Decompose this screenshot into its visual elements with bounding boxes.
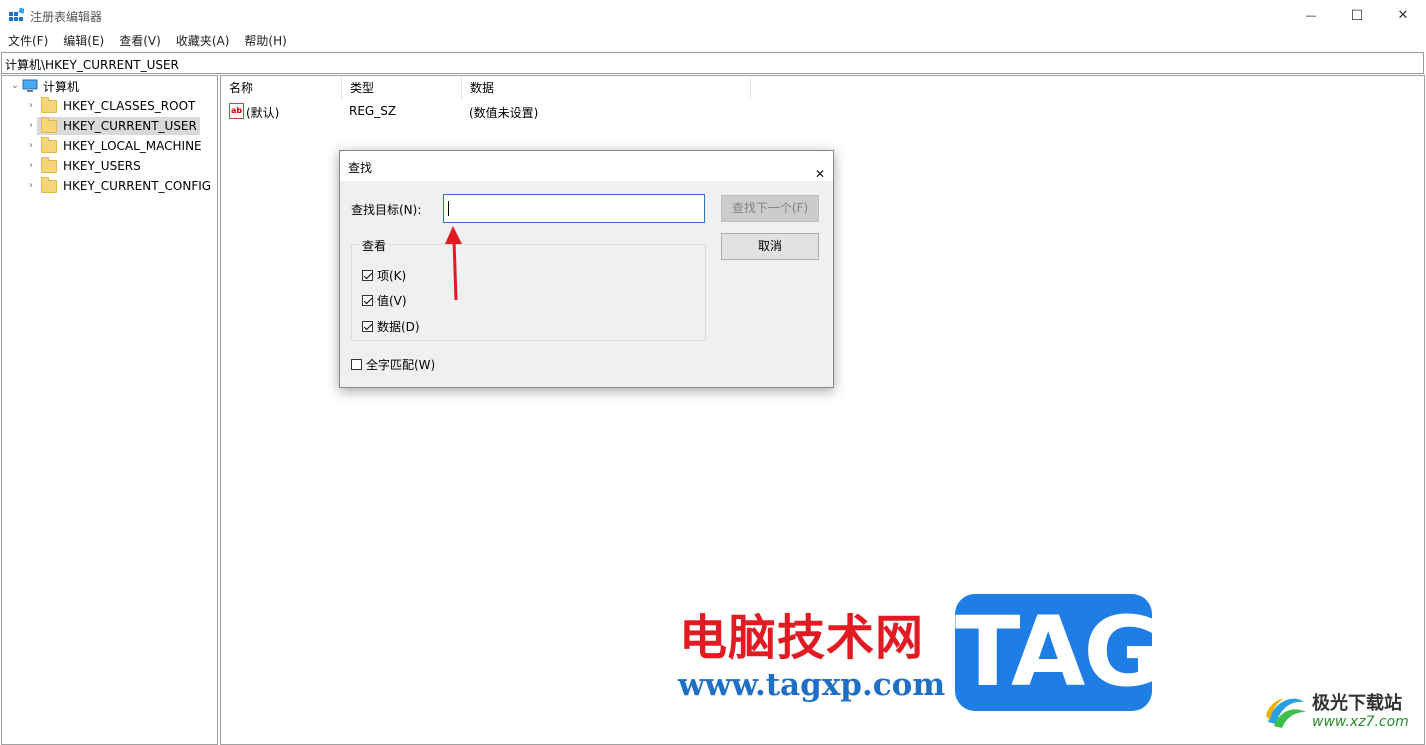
chevron-right-icon[interactable]: › — [26, 101, 36, 111]
watermark-site2-url: www.xz7.com — [1312, 714, 1409, 730]
find-next-button[interactable]: 查找下一个(F) — [721, 195, 819, 222]
close-window-button[interactable]: ✕ — [1380, 0, 1426, 31]
checkbox-keys[interactable]: 项(K) — [362, 267, 406, 284]
watermark-site2: 极光下载站 www.xz7.com — [1264, 692, 1409, 732]
close-icon: ✕ — [1397, 8, 1409, 23]
menu-help[interactable]: 帮助(H) — [236, 31, 293, 51]
watermark-tag-logo: TAG — [955, 594, 1162, 711]
folder-icon — [41, 136, 57, 153]
tree-item-label: HKEY_LOCAL_MACHINE — [63, 139, 202, 153]
tree-root-label: 计算机 — [43, 79, 80, 94]
checkbox-checked-icon[interactable] — [362, 321, 373, 332]
tree-pane: ⌄ 计算机 › HKEY_CLASSES_ROOT › HKEY_CURRENT… — [1, 75, 218, 745]
look-at-group: 查看 项(K) 值(V) 数据(D) — [351, 237, 706, 341]
folder-icon — [41, 156, 57, 173]
checkbox-data-label: 数据(D) — [377, 320, 420, 334]
tree-item-label: HKEY_CURRENT_CONFIG — [63, 179, 212, 193]
tree-item-selected[interactable]: HKEY_CURRENT_USER — [37, 116, 200, 135]
menu-bar: 文件(F) 编辑(E) 查看(V) 收藏夹(A) 帮助(H) — [0, 31, 1426, 51]
window-title: 注册表编辑器 — [30, 10, 103, 24]
checkbox-values-label: 值(V) — [377, 294, 407, 308]
tree-item-hkey-current-config[interactable]: › HKEY_CURRENT_CONFIG — [26, 176, 211, 196]
folder-icon — [41, 116, 57, 133]
checkbox-match-whole[interactable]: 全字匹配(W) — [351, 356, 435, 373]
dialog-close-button[interactable]: ✕ — [807, 156, 827, 181]
tree-item-hkey-classes-root[interactable]: › HKEY_CLASSES_ROOT — [26, 96, 195, 116]
address-bar[interactable]: 计算机\HKEY_CURRENT_USER — [1, 52, 1424, 74]
title-bar: 注册表编辑器 — ☐ ✕ — [0, 0, 1426, 31]
maximize-icon: ☐ — [1350, 7, 1364, 24]
minimize-icon: — — [1305, 9, 1317, 22]
checkbox-data[interactable]: 数据(D) — [362, 318, 420, 335]
tree-item-label: HKEY_USERS — [63, 159, 141, 173]
computer-icon — [22, 79, 38, 92]
chevron-down-icon[interactable]: ⌄ — [10, 81, 20, 91]
menu-favorites[interactable]: 收藏夹(A) — [168, 31, 237, 51]
watermark-site2-cn: 极光下载站 — [1312, 693, 1402, 714]
column-header-type[interactable]: 类型 — [342, 77, 462, 99]
checkbox-checked-icon[interactable] — [362, 295, 373, 306]
maximize-button[interactable]: ☐ — [1334, 0, 1380, 31]
column-header-data[interactable]: 数据 — [462, 77, 751, 99]
folder-icon — [41, 96, 57, 113]
watermark-url: www.tagxp.com — [678, 667, 946, 703]
menu-file[interactable]: 文件(F) — [0, 31, 55, 51]
string-value-icon: ab — [229, 103, 244, 119]
menu-view[interactable]: 查看(V) — [111, 31, 168, 51]
tree-item-hkey-local-machine[interactable]: › HKEY_LOCAL_MACHINE — [26, 136, 202, 156]
look-at-legend: 查看 — [360, 237, 389, 254]
find-dialog-title: 查找 — [348, 161, 373, 175]
aurora-logo-icon — [1266, 698, 1306, 728]
checkbox-keys-label: 项(K) — [377, 269, 407, 283]
row-data: (数值未设置) — [469, 106, 539, 120]
tree-root-computer[interactable]: ⌄ 计算机 — [10, 76, 79, 96]
tree-item-label: HKEY_CLASSES_ROOT — [63, 99, 196, 113]
chevron-right-icon[interactable]: › — [26, 121, 36, 131]
find-what-label: 查找目标(N): — [351, 203, 422, 217]
folder-icon — [41, 176, 57, 193]
column-header-name[interactable]: 名称 — [221, 77, 342, 99]
checkbox-unchecked-icon[interactable] — [351, 359, 362, 370]
checkbox-match-whole-label: 全字匹配(W) — [366, 358, 436, 372]
watermark-cn: 电脑技术网 — [679, 610, 925, 666]
find-dialog-title-bar: 查找 ✕ — [340, 151, 833, 181]
chevron-right-icon[interactable]: › — [26, 141, 36, 151]
row-name: (默认) — [246, 106, 280, 120]
tree-item-label: HKEY_CURRENT_USER — [63, 119, 197, 133]
chevron-right-icon[interactable]: › — [26, 161, 36, 171]
checkbox-values[interactable]: 值(V) — [362, 292, 407, 309]
find-dialog: 查找 ✕ 查找目标(N): 查找下一个(F) 取消 查看 项(K) 值(V) 数… — [339, 150, 834, 388]
find-what-input[interactable] — [443, 194, 705, 223]
close-icon: ✕ — [815, 167, 826, 181]
tree-item-hkey-users[interactable]: › HKEY_USERS — [26, 156, 141, 176]
cancel-button[interactable]: 取消 — [721, 233, 819, 260]
text-caret — [448, 201, 449, 216]
tree-item-hkey-current-user[interactable]: › HKEY_CURRENT_USER — [26, 116, 200, 136]
menu-edit[interactable]: 编辑(E) — [55, 31, 111, 51]
registry-editor-icon — [9, 8, 24, 21]
minimize-button[interactable]: — — [1288, 0, 1334, 31]
watermark-site2-text: 极光下载站 www.xz7.com — [1312, 693, 1409, 731]
annotation-arrow-icon — [445, 226, 462, 301]
checkbox-checked-icon[interactable] — [362, 270, 373, 281]
row-type: REG_SZ — [349, 104, 397, 118]
chevron-right-icon[interactable]: › — [26, 181, 36, 191]
address-text: 计算机\HKEY_CURRENT_USER — [5, 58, 179, 72]
